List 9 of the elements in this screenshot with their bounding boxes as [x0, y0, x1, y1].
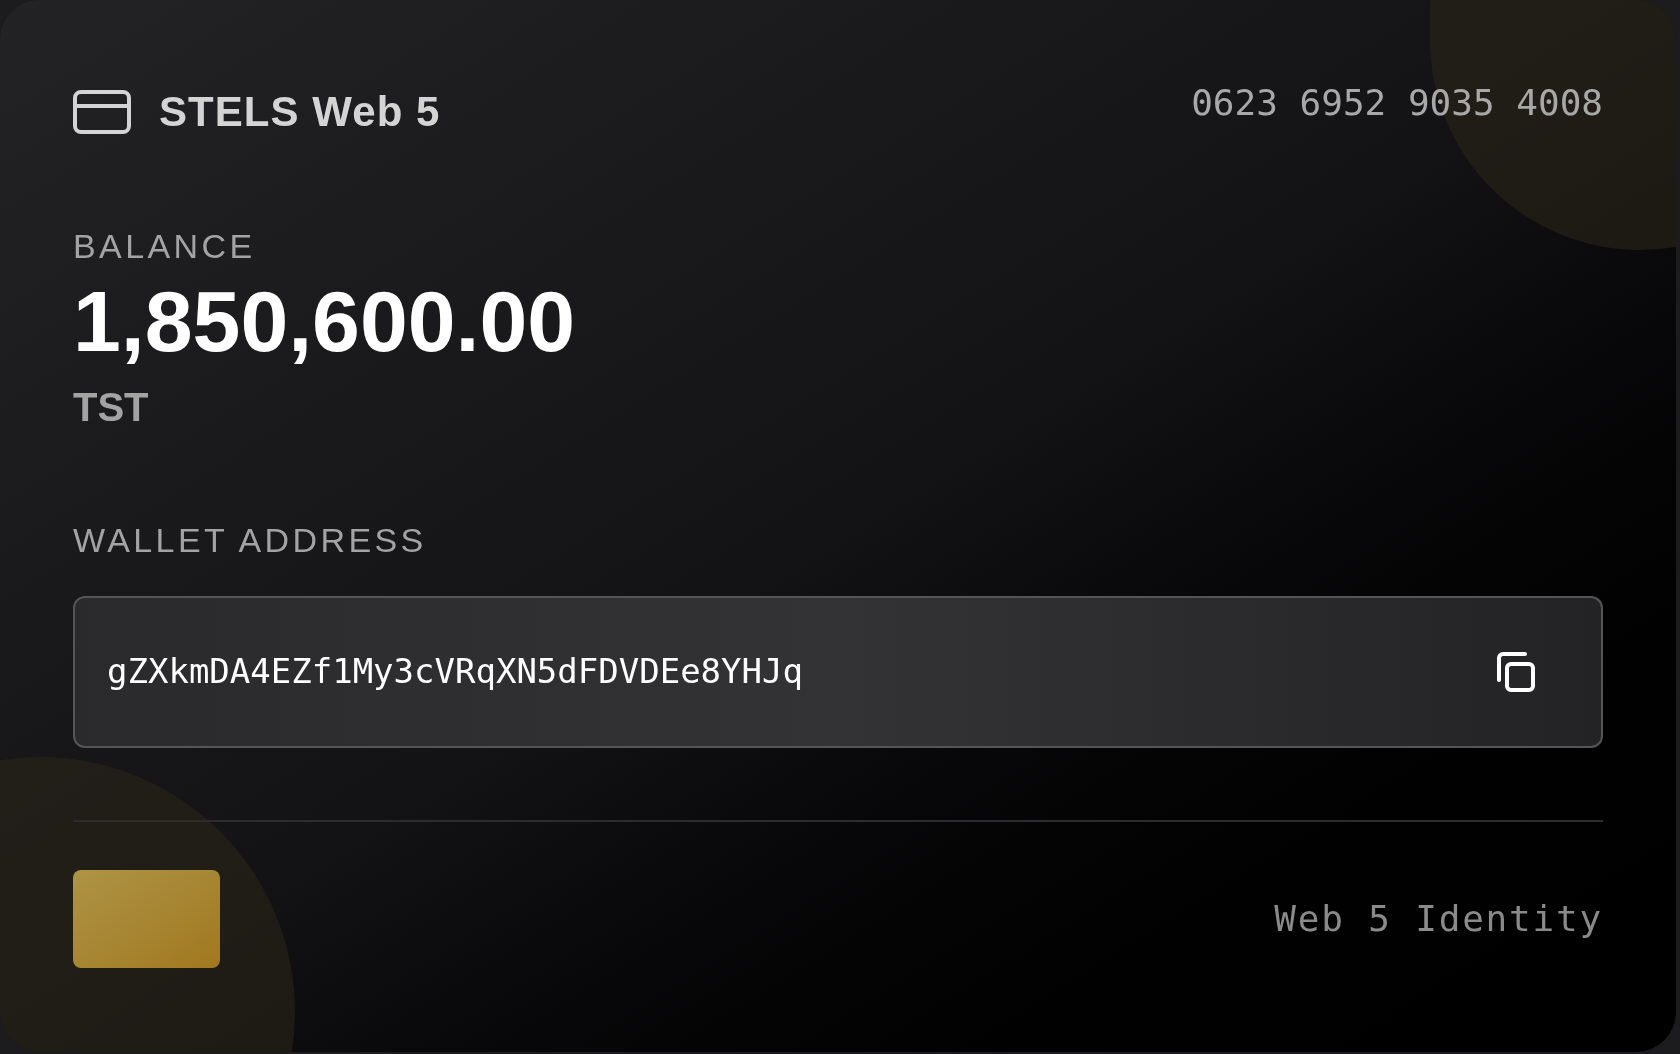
- credit-card-icon: [73, 89, 131, 134]
- wallet-address-label: WALLET ADDRESS: [73, 519, 427, 561]
- balance-label: BALANCE: [73, 226, 256, 267]
- brand-name: STELS Web 5: [159, 87, 441, 137]
- card-number: 0623 6952 9035 4008: [1191, 81, 1603, 125]
- identity-label: Web 5 Identity: [1274, 896, 1603, 941]
- wallet-address: gZXkmDA4EZf1My3cVRqXN5dFDVDEe8YHJq: [107, 650, 803, 694]
- currency-code: TST: [73, 383, 149, 431]
- balance-amount: 1,850,600.00: [73, 274, 576, 369]
